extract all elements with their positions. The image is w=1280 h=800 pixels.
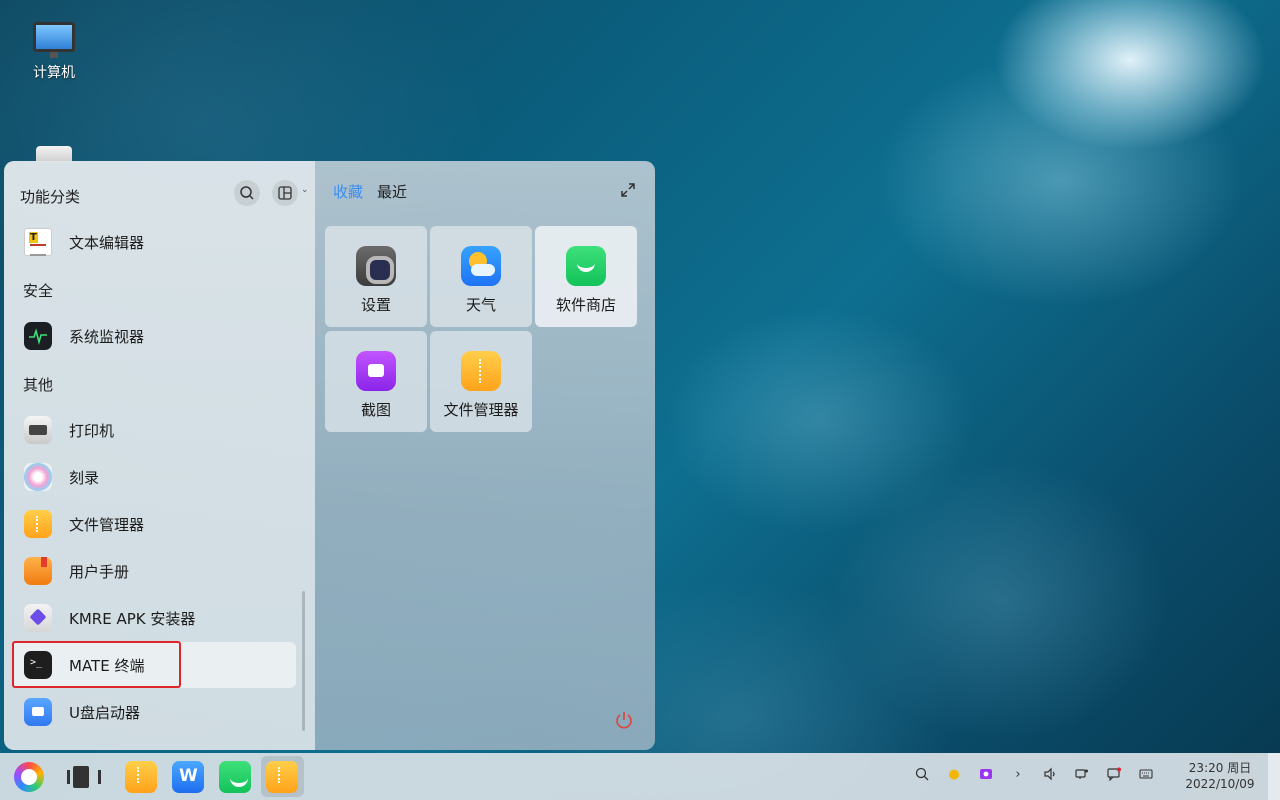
app-item-file-manager[interactable]: 文件管理器 xyxy=(12,501,296,547)
taskbar: ● › 23:20 周日 2022/10/09 xyxy=(0,753,1280,800)
clock-date: 2022/10/09 xyxy=(1185,777,1255,791)
taskbar-software-store[interactable] xyxy=(219,761,251,793)
selection-highlight-box xyxy=(12,641,181,688)
show-desktop-button[interactable] xyxy=(1268,753,1280,800)
app-item-apk-installer[interactable]: KMRE APK 安装器 xyxy=(12,595,296,641)
tray-brightness-icon[interactable]: ● xyxy=(946,767,962,783)
category-panel: 功能分类 ⌄ 文本编辑器 安全 系统监视器 其他 打印机 刻录 xyxy=(4,161,315,750)
settings-icon xyxy=(356,246,396,286)
text-editor-icon xyxy=(24,228,52,256)
clock-time: 23:20 周日 xyxy=(1188,761,1252,775)
app-item-printer[interactable]: 打印机 xyxy=(12,407,296,453)
printer-icon xyxy=(24,416,52,444)
category-heading-other: 其他 xyxy=(23,376,54,394)
tab-favorites[interactable]: 收藏 xyxy=(333,181,363,202)
tile-label: 截图 xyxy=(360,401,391,419)
layout-icon xyxy=(278,186,292,200)
weather-icon xyxy=(461,246,501,286)
app-item-label: 文本编辑器 xyxy=(69,233,145,252)
taskbar-file-manager[interactable] xyxy=(125,761,157,793)
app-item-label: 系统监视器 xyxy=(69,327,145,346)
start-menu-button[interactable] xyxy=(14,762,44,792)
start-menu: 功能分类 ⌄ 文本编辑器 安全 系统监视器 其他 打印机 刻录 xyxy=(4,161,655,750)
multitask-view-button[interactable] xyxy=(67,766,101,788)
app-item-user-manual[interactable]: 用户手册 xyxy=(12,548,296,594)
category-heading-security: 安全 xyxy=(23,282,54,300)
panel-title: 功能分类 xyxy=(20,188,81,206)
app-item-text-editor[interactable]: 文本编辑器 xyxy=(12,219,296,265)
tray-network-icon[interactable] xyxy=(1074,767,1090,783)
tray-expand-icon[interactable]: › xyxy=(1010,767,1026,783)
desktop-computer-label: 计算机 xyxy=(33,65,75,81)
trash-icon[interactable] xyxy=(36,146,72,162)
scrollbar[interactable] xyxy=(302,591,305,731)
chevron-down-icon[interactable]: ⌄ xyxy=(301,185,309,195)
search-button[interactable] xyxy=(234,180,260,206)
tray-keyboard-icon[interactable] xyxy=(1138,767,1154,783)
view-switch-button[interactable] xyxy=(272,180,298,206)
desktop-computer-icon[interactable]: 计算机 xyxy=(14,22,94,82)
tile-label: 天气 xyxy=(465,296,496,314)
disc-burner-icon xyxy=(24,463,52,491)
tray-search-icon[interactable] xyxy=(914,767,930,783)
system-monitor-icon xyxy=(24,322,52,350)
favorites-panel: 收藏 最近 设置 天气 软件商店 截图 文件管理器 xyxy=(315,161,655,750)
search-icon xyxy=(240,186,254,200)
app-item-usb-boot[interactable]: U盘启动器 xyxy=(12,689,296,735)
taskbar-clock[interactable]: 23:20 周日 2022/10/09 xyxy=(1180,760,1260,792)
app-item-label: 用户手册 xyxy=(69,562,130,581)
app-item-label: 文件管理器 xyxy=(69,515,145,534)
tile-label: 文件管理器 xyxy=(443,401,519,419)
app-item-label: U盘启动器 xyxy=(69,703,140,722)
favorite-tile-weather[interactable]: 天气 xyxy=(430,226,532,327)
tray-notification-icon[interactable] xyxy=(1106,767,1122,783)
tray-screenshot-icon[interactable] xyxy=(978,767,994,783)
tile-label: 软件商店 xyxy=(555,296,616,314)
apk-installer-icon xyxy=(24,604,52,632)
usb-boot-icon xyxy=(24,698,52,726)
tile-label: 设置 xyxy=(360,296,391,314)
app-item-label: KMRE APK 安装器 xyxy=(69,609,196,628)
tab-recent[interactable]: 最近 xyxy=(377,181,407,202)
power-icon[interactable] xyxy=(613,709,635,731)
favorite-tile-settings[interactable]: 设置 xyxy=(325,226,427,327)
tray-volume-icon[interactable] xyxy=(1042,767,1058,783)
favorite-tile-file-manager[interactable]: 文件管理器 xyxy=(430,331,532,432)
file-manager-icon xyxy=(24,510,52,538)
favorite-tile-screenshot[interactable]: 截图 xyxy=(325,331,427,432)
taskbar-file-manager-active[interactable] xyxy=(266,761,298,793)
app-item-disc-burner[interactable]: 刻录 xyxy=(12,454,296,500)
app-item-label: 刻录 xyxy=(69,468,100,487)
software-store-icon xyxy=(566,246,606,286)
tab-bar: 收藏 最近 xyxy=(333,181,407,202)
file-manager-icon xyxy=(461,351,501,391)
taskbar-wps-office[interactable] xyxy=(172,761,204,793)
screenshot-icon xyxy=(356,351,396,391)
favorite-tile-software-store[interactable]: 软件商店 xyxy=(535,226,637,327)
app-item-system-monitor[interactable]: 系统监视器 xyxy=(12,313,296,359)
user-manual-icon xyxy=(24,557,52,585)
expand-icon[interactable] xyxy=(619,181,637,199)
computer-icon xyxy=(33,22,75,58)
app-item-label: 打印机 xyxy=(69,421,115,440)
